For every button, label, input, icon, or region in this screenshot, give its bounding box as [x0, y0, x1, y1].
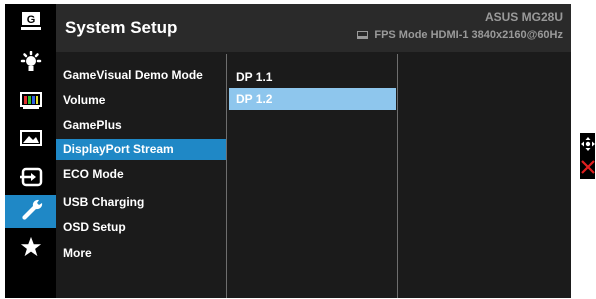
status-bar: FPS Mode HDMI-1 3840x2160@60Hz	[357, 29, 563, 41]
menu-list: GameVisual Demo Mode Volume GamePlus Dis…	[56, 52, 226, 298]
menu-item-volume[interactable]: Volume	[56, 90, 226, 111]
myfavorite-icon	[20, 236, 42, 263]
option-dp-1-2[interactable]: DP 1.2	[229, 88, 396, 110]
menu-item-eco-mode[interactable]: ECO Mode	[56, 164, 226, 185]
menu-item-gamevisual-demo-mode[interactable]: GameVisual Demo Mode	[56, 65, 226, 86]
option-dp-1-1[interactable]: DP 1.1	[229, 66, 396, 88]
tab-color[interactable]	[5, 87, 56, 120]
color-icon	[19, 92, 42, 115]
tab-myfavorite[interactable]	[5, 233, 56, 266]
column-divider	[226, 54, 227, 298]
image-icon	[19, 130, 42, 153]
menu-item-more[interactable]: More	[56, 243, 226, 264]
menu-item-displayport-stream[interactable]: DisplayPort Stream	[56, 139, 226, 160]
osd-panel: G System Setup ASUS MG28U FPS Mode HDMI-…	[5, 4, 571, 298]
model-name: ASUS MG28U	[484, 10, 563, 24]
tab-image[interactable]	[5, 125, 56, 158]
tab-gamevisual[interactable]: G	[5, 7, 56, 40]
five-way-navigation-icon	[580, 136, 595, 151]
exit-icon[interactable]	[580, 159, 595, 174]
menu-item-usb-charging[interactable]: USB Charging	[56, 192, 226, 213]
gamevisual-icon: G	[20, 11, 42, 36]
nav-key-guide	[580, 133, 595, 179]
tab-input-select[interactable]	[5, 163, 56, 196]
header: System Setup ASUS MG28U FPS Mode HDMI-1 …	[56, 4, 571, 52]
input-select-icon	[19, 167, 43, 192]
menu-item-gameplus[interactable]: GamePlus	[56, 115, 226, 136]
tab-bluelight-filter[interactable]	[5, 49, 56, 82]
column-divider	[397, 54, 398, 298]
submenu-list: DP 1.1 DP 1.2	[229, 52, 397, 298]
system-setup-icon	[19, 197, 43, 226]
menu-item-osd-setup[interactable]: OSD Setup	[56, 217, 226, 238]
tab-system-setup[interactable]	[5, 195, 56, 228]
status-text: FPS Mode HDMI-1 3840x2160@60Hz	[374, 29, 563, 41]
monitor-icon	[357, 31, 369, 39]
svg-text:G: G	[26, 14, 35, 26]
icon-bar: G	[5, 4, 56, 298]
bluelight-filter-icon	[19, 50, 43, 80]
page-title: System Setup	[65, 18, 178, 37]
